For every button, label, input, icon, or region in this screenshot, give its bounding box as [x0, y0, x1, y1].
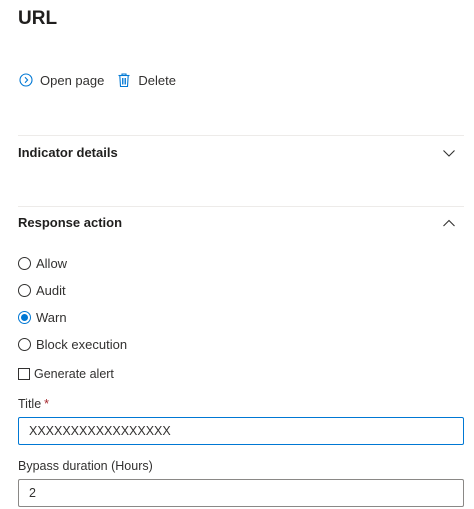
- title-input[interactable]: [18, 417, 464, 445]
- radio-label-allow: Allow: [36, 256, 68, 271]
- title-field-label: Title *: [18, 397, 49, 411]
- checkbox[interactable]: [18, 368, 30, 380]
- chevron-up-icon: [442, 216, 456, 230]
- generate-alert-label: Generate alert: [34, 367, 114, 381]
- toolbar: Open page Delete: [18, 72, 176, 88]
- chevron-down-icon: [442, 146, 456, 160]
- bypass-duration-label: Bypass duration (Hours): [18, 459, 153, 473]
- radio-label-block-execution: Block execution: [36, 337, 128, 352]
- response-action-label: Response action: [18, 215, 123, 230]
- bypass-duration-input[interactable]: [18, 479, 464, 507]
- radio-button[interactable]: [18, 284, 31, 297]
- open-page-button[interactable]: Open page: [18, 72, 104, 88]
- trash-icon: [116, 72, 132, 88]
- radio-button-selected[interactable]: [18, 311, 31, 324]
- radio-audit[interactable]: Audit: [18, 283, 66, 298]
- page-title: URL: [18, 8, 58, 29]
- radio-warn[interactable]: Warn: [18, 310, 67, 325]
- open-page-label: Open page: [40, 72, 105, 88]
- radio-block-execution[interactable]: Block execution: [18, 337, 127, 352]
- indicator-details-label: Indicator details: [18, 145, 118, 160]
- response-action-header[interactable]: Response action: [18, 215, 456, 230]
- chevron-circle-right-icon: [18, 72, 34, 88]
- indicator-details-header[interactable]: Indicator details: [18, 145, 456, 160]
- radio-label-audit: Audit: [36, 283, 66, 298]
- divider: [18, 135, 464, 136]
- generate-alert-checkbox[interactable]: Generate alert: [18, 367, 114, 381]
- title-label-text: Title: [18, 397, 42, 411]
- radio-allow[interactable]: Allow: [18, 256, 67, 271]
- radio-button[interactable]: [18, 338, 31, 351]
- radio-label-warn: Warn: [36, 310, 67, 325]
- delete-label: Delete: [138, 72, 176, 88]
- required-marker: *: [44, 397, 50, 411]
- delete-button[interactable]: Delete: [116, 72, 176, 88]
- divider: [18, 206, 464, 207]
- radio-button[interactable]: [18, 257, 31, 270]
